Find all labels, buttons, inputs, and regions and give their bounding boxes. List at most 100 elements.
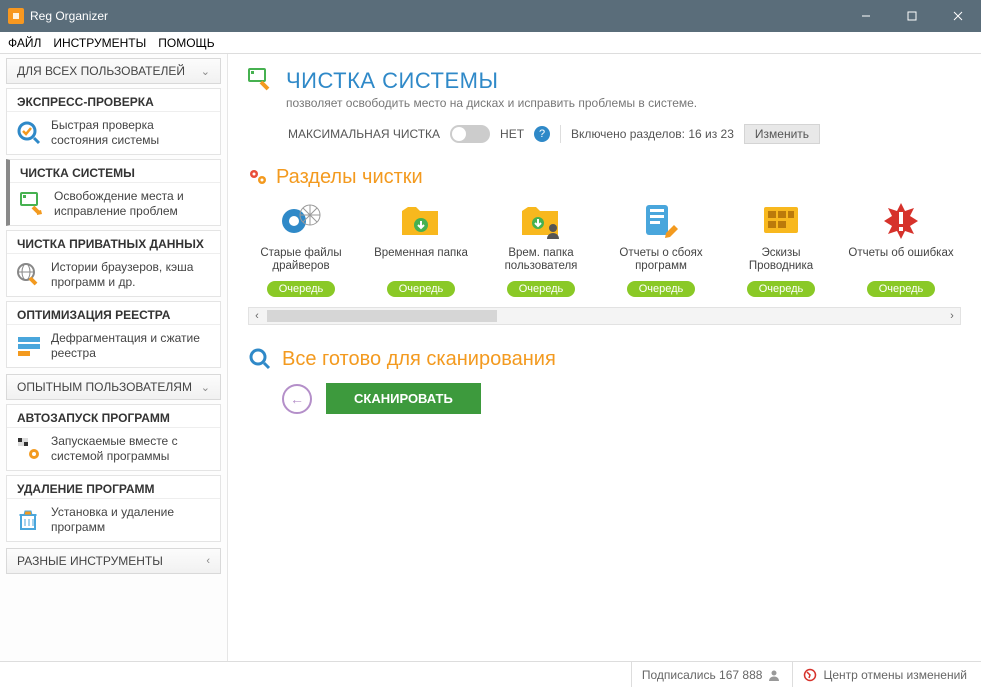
folder-user-icon	[516, 199, 566, 243]
minimize-button[interactable]	[843, 0, 889, 32]
sidebar-group-label: РАЗНЫЕ ИНСТРУМЕНТЫ	[17, 554, 163, 568]
check-magnifier-icon	[15, 119, 43, 147]
sections-heading: Разделы чистки	[248, 166, 961, 189]
card-title: ЧИСТКА ПРИВАТНЫХ ДАННЫХ	[7, 231, 220, 254]
queue-badge: Очередь	[387, 281, 456, 297]
gear-web-icon	[276, 199, 326, 243]
defrag-icon	[15, 332, 43, 360]
menu-help[interactable]: ПОМОЩЬ	[158, 36, 214, 50]
broom-screen-icon	[248, 68, 274, 94]
undo-center-cell[interactable]: Центр отмены изменений	[792, 662, 977, 687]
max-clean-label: МАКСИМАЛЬНАЯ ЧИСТКА	[288, 127, 440, 141]
tile-label: Отчеты о сбоях программ	[608, 247, 714, 275]
card-desc: Истории браузеров, кэша программ и др.	[51, 260, 212, 290]
queue-badge: Очередь	[747, 281, 816, 297]
card-title: УДАЛЕНИЕ ПРОГРАММ	[7, 476, 220, 499]
tile-temp-folder[interactable]: Временная папка Очередь	[368, 199, 474, 297]
queue-badge: Очередь	[507, 281, 576, 297]
report-pencil-icon	[636, 199, 686, 243]
window-title: Reg Organizer	[30, 9, 108, 23]
tile-label: Эскизы Проводника	[728, 247, 834, 275]
scroll-left-icon[interactable]: ‹	[249, 310, 265, 322]
sidebar-group-all-users[interactable]: ДЛЯ ВСЕХ ПОЛЬЗОВАТЕЛЕЙ ⌄	[6, 58, 221, 84]
globe-broom-icon	[15, 261, 43, 289]
ready-heading: Все готово для сканирования	[248, 347, 961, 371]
sidebar-group-label: ОПЫТНЫМ ПОЛЬЗОВАТЕЛЯМ	[17, 380, 192, 394]
help-icon[interactable]: ?	[534, 126, 550, 142]
card-title: АВТОЗАПУСК ПРОГРАММ	[7, 405, 220, 428]
back-button[interactable]: ←	[282, 384, 312, 414]
magnifier-icon	[248, 347, 272, 371]
page-header: ЧИСТКА СИСТЕМЫ позволяет освободить мест…	[248, 68, 961, 110]
main-panel: ЧИСТКА СИСТЕМЫ позволяет освободить мест…	[228, 54, 981, 661]
scroll-right-icon[interactable]: ›	[944, 310, 960, 322]
sidebar-group-misc[interactable]: РАЗНЫЕ ИНСТРУМЕНТЫ ‹	[6, 548, 221, 574]
queue-badge: Очередь	[867, 281, 936, 297]
max-clean-toggle[interactable]	[450, 125, 490, 143]
tiles-scrollbar[interactable]: ‹ ›	[248, 307, 961, 325]
tile-crash-reports[interactable]: Отчеты о сбоях программ Очередь	[608, 199, 714, 297]
titlebar: Reg Organizer	[0, 0, 981, 32]
chevron-down-icon: ⌄	[201, 65, 210, 78]
subscribers-cell[interactable]: Подписались 167 888	[631, 662, 791, 687]
queue-badge: Очередь	[627, 281, 696, 297]
max-clean-state: НЕТ	[500, 127, 524, 141]
sidebar-card-clean[interactable]: ЧИСТКА СИСТЕМЫ Освобождение места и испр…	[6, 159, 221, 226]
card-desc: Освобождение места и исправление проблем	[54, 189, 212, 219]
undo-label: Центр отмены изменений	[823, 668, 967, 682]
scan-button[interactable]: СКАНИРОВАТЬ	[326, 383, 481, 414]
tile-thumbnails[interactable]: Эскизы Проводника Очередь	[728, 199, 834, 297]
status-bar: Подписались 167 888 Центр отмены изменен…	[0, 661, 981, 687]
sections-enabled-label: Включено разделов: 16 из 23	[571, 127, 734, 141]
card-title: ЭКСПРЕСС-ПРОВЕРКА	[7, 89, 220, 112]
sidebar-card-privacy[interactable]: ЧИСТКА ПРИВАТНЫХ ДАННЫХ Истории браузеро…	[6, 230, 221, 297]
error-burst-icon	[876, 199, 926, 243]
tile-old-drivers[interactable]: Старые файлы драйверов Очередь	[248, 199, 354, 297]
sidebar-card-uninstall[interactable]: УДАЛЕНИЕ ПРОГРАММ Установка и удаление п…	[6, 475, 221, 542]
folder-download-icon	[396, 199, 446, 243]
ready-title: Все готово для сканирования	[282, 348, 556, 371]
separator	[560, 125, 561, 143]
maximize-button[interactable]	[889, 0, 935, 32]
scrollbar-thumb[interactable]	[267, 310, 497, 322]
tile-label: Временная папка	[374, 247, 468, 275]
tile-error-reports[interactable]: Отчеты об ошибках Очередь	[848, 199, 954, 297]
broom-screen-icon	[18, 190, 46, 218]
queue-badge: Очередь	[267, 281, 336, 297]
sidebar-group-advanced[interactable]: ОПЫТНЫМ ПОЛЬЗОВАТЕЛЯМ ⌄	[6, 374, 221, 400]
close-button[interactable]	[935, 0, 981, 32]
sidebar: ДЛЯ ВСЕХ ПОЛЬЗОВАТЕЛЕЙ ⌄ ЭКСПРЕСС-ПРОВЕР…	[0, 54, 228, 661]
tile-label: Врем. папка пользователя	[488, 247, 594, 275]
user-icon	[768, 669, 780, 681]
max-clean-row: МАКСИМАЛЬНАЯ ЧИСТКА НЕТ ? Включено разде…	[288, 124, 961, 144]
menu-tools[interactable]: ИНСТРУМЕНТЫ	[53, 36, 146, 50]
tile-label: Старые файлы драйверов	[248, 247, 354, 275]
menubar: ФАЙЛ ИНСТРУМЕНТЫ ПОМОЩЬ	[0, 32, 981, 54]
flag-gear-icon	[15, 435, 43, 463]
sidebar-card-startup[interactable]: АВТОЗАПУСК ПРОГРАММ Запускаемые вместе с…	[6, 404, 221, 471]
menu-file[interactable]: ФАЙЛ	[8, 36, 41, 50]
subscribers-label: Подписались 167 888	[642, 668, 763, 682]
sidebar-card-registry[interactable]: ОПТИМИЗАЦИЯ РЕЕСТРА Дефрагментация и сжа…	[6, 301, 221, 368]
sidebar-group-label: ДЛЯ ВСЕХ ПОЛЬЗОВАТЕЛЕЙ	[17, 64, 185, 78]
card-desc: Установка и удаление программ	[51, 505, 212, 535]
card-title: ОПТИМИЗАЦИЯ РЕЕСТРА	[7, 302, 220, 325]
undo-icon	[803, 668, 817, 682]
sidebar-card-express[interactable]: ЭКСПРЕСС-ПРОВЕРКА Быстрая проверка состо…	[6, 88, 221, 155]
cleaning-tiles: Старые файлы драйверов Очередь Временная…	[248, 199, 961, 297]
card-title: ЧИСТКА СИСТЕМЫ	[10, 160, 220, 183]
card-desc: Запускаемые вместе с системой программы	[51, 434, 212, 464]
card-desc: Дефрагментация и сжатие реестра	[51, 331, 212, 361]
tile-user-temp[interactable]: Врем. папка пользователя Очередь	[488, 199, 594, 297]
pin-icon	[248, 168, 268, 188]
scan-row: ← СКАНИРОВАТЬ	[248, 383, 961, 414]
thumbnails-icon	[756, 199, 806, 243]
change-button[interactable]: Изменить	[744, 124, 820, 144]
chevron-left-icon: ‹	[206, 555, 210, 567]
sections-title: Разделы чистки	[276, 166, 423, 189]
card-desc: Быстрая проверка состояния системы	[51, 118, 212, 148]
app-logo-icon	[8, 8, 24, 24]
trash-box-icon	[15, 506, 43, 534]
page-subtitle: позволяет освободить место на дисках и и…	[286, 96, 697, 110]
chevron-down-icon: ⌄	[201, 381, 210, 394]
